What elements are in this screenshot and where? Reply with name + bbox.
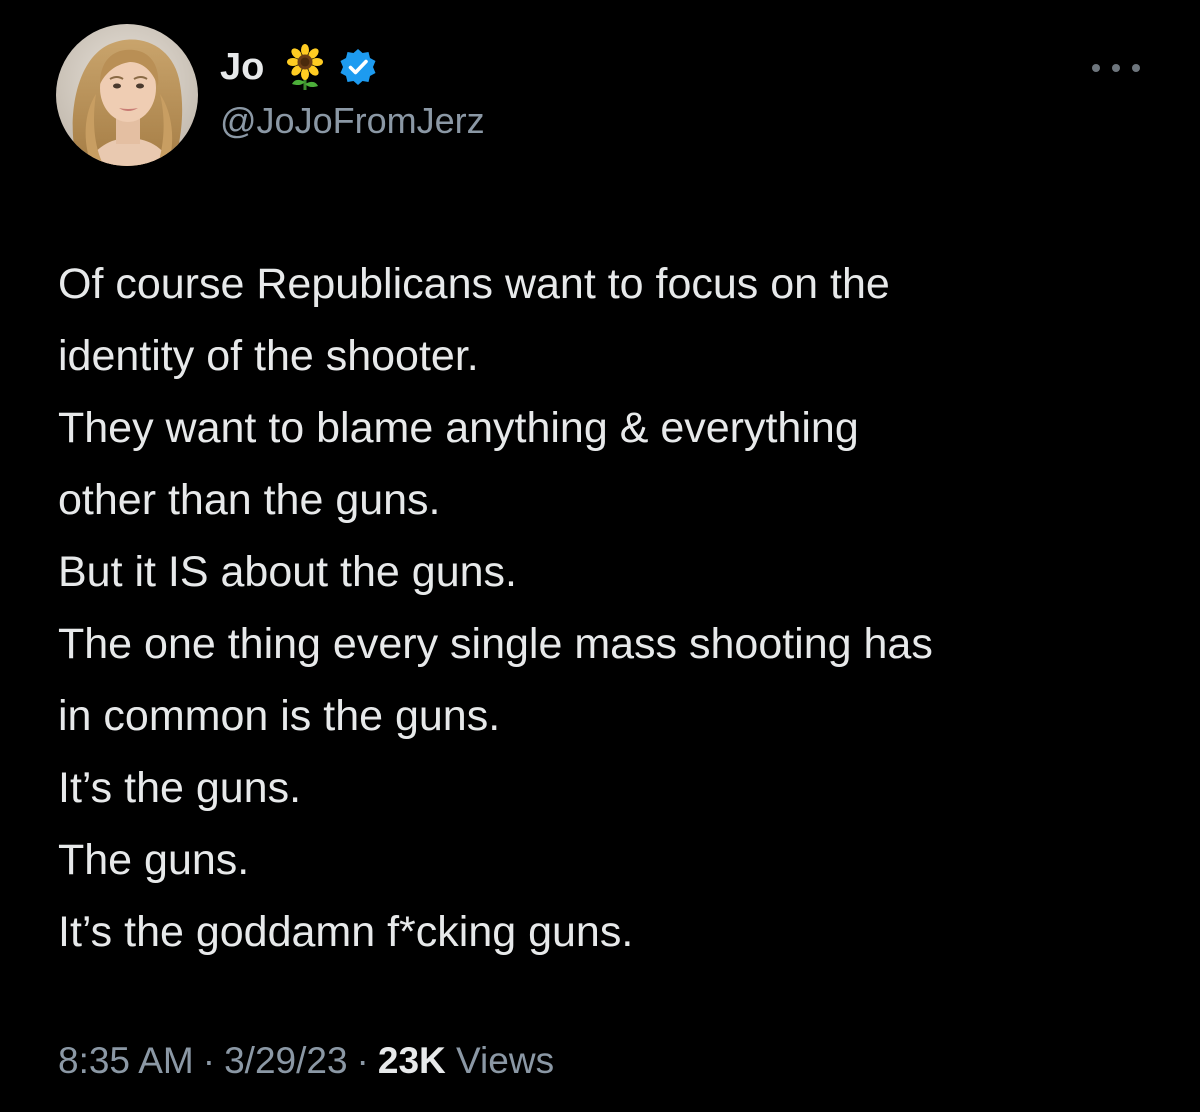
tweet-line: The one thing every single mass shooting…: [58, 620, 933, 668]
tweet-time[interactable]: 8:35 AM: [58, 1040, 194, 1081]
tweet-line: Of course Republicans want to focus on t…: [58, 260, 890, 308]
tweet-card: Jo @JoJoFromJerz Of course Republicans w…: [0, 0, 1200, 1112]
tweet-line: But it IS about the guns.: [58, 548, 517, 596]
tweet-line: The guns.: [58, 836, 250, 884]
views-label: Views: [456, 1040, 555, 1081]
avatar-image: [56, 24, 198, 166]
tweet-line: It’s the goddamn f*cking guns.: [58, 908, 634, 956]
display-name[interactable]: Jo: [220, 46, 264, 89]
more-dot: [1092, 64, 1100, 72]
tweet-text: Of course Republicans want to focus on t…: [58, 248, 1168, 968]
more-dot: [1132, 64, 1140, 72]
user-handle[interactable]: @JoJoFromJerz: [220, 100, 485, 142]
avatar[interactable]: [56, 24, 198, 166]
meta-separator: ·: [202, 1040, 216, 1081]
tweet-line: in common is the guns.: [58, 692, 501, 740]
tweet-meta: 8:35 AM · 3/29/23 · 23K Views: [58, 1040, 554, 1082]
sunflower-emoji-icon: [282, 44, 328, 90]
tweet-date[interactable]: 3/29/23: [224, 1040, 347, 1081]
name-row: Jo: [220, 38, 485, 96]
user-identity: Jo @JoJoFromJerz: [220, 38, 485, 142]
meta-separator: ·: [356, 1040, 369, 1081]
more-horizontal-icon[interactable]: [1092, 50, 1140, 86]
tweet-line: identity of the shooter.: [58, 332, 479, 380]
tweet-line: other than the guns.: [58, 476, 441, 524]
tweet-line: It’s the guns.: [58, 764, 302, 812]
views-count[interactable]: 23K: [378, 1040, 446, 1081]
more-dot: [1112, 64, 1120, 72]
tweet-line: They want to blame anything & everything: [58, 404, 859, 452]
verified-badge-icon[interactable]: [338, 47, 378, 87]
